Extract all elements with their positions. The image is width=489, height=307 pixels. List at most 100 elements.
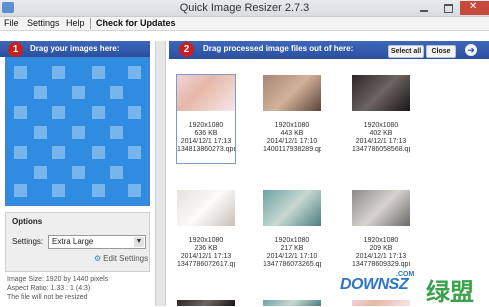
thumbnail-size: 236 KB	[194, 245, 218, 252]
drop-zone-dot	[72, 166, 85, 179]
gear-icon: ⚙	[94, 254, 102, 263]
settings-value: Extra Large	[52, 237, 94, 246]
thumbnail-image	[177, 300, 235, 306]
thumbnail-dims: 1920x1080	[363, 122, 399, 129]
drop-zone-dot	[14, 146, 27, 159]
menu-check-updates[interactable]: Check for Updates	[96, 18, 176, 28]
thumbnail-image	[177, 75, 235, 111]
drop-zone-dot	[72, 126, 85, 139]
drop-zone-dot	[34, 166, 47, 179]
thumbnail-size: 636 KB	[194, 130, 218, 137]
thumbnail-image	[352, 190, 410, 226]
image-drop-zone[interactable]	[5, 57, 150, 206]
drop-zone-dot	[110, 166, 123, 179]
thumbnail-item[interactable]	[263, 300, 321, 306]
select-all-button[interactable]: Select all	[388, 45, 424, 58]
thumbnail-size: 217 KB	[280, 245, 304, 252]
drop-zone-dot	[92, 66, 105, 79]
thumbnail-size: 402 KB	[369, 130, 393, 137]
thumbnail-date: 2014/12/1 17:13	[180, 138, 232, 145]
thumbnail-name: 1347786073265.qpr	[263, 261, 321, 268]
drop-zone-dot	[52, 146, 65, 159]
drop-zone-dot	[72, 86, 85, 99]
watermark-cn: 绿盟	[426, 278, 474, 306]
watermark-text: DOWNSZ	[340, 276, 409, 293]
drop-zone-dot	[52, 184, 65, 197]
left-header-text: Drag your images here:	[30, 44, 120, 53]
info-line: Aspect Ratio: 1.33 : 1 (4:3)	[7, 285, 91, 292]
info-line: The file will not be resized	[7, 294, 88, 301]
thumbnail-date: 2014/12/1 17:13	[180, 253, 232, 260]
thumbnail-size: 443 KB	[280, 130, 304, 137]
drop-zone-dot	[14, 66, 27, 79]
menu-bar: File Settings Help Check for Updates	[0, 17, 489, 31]
drop-zone-dot	[34, 126, 47, 139]
thumbnail-item[interactable]	[177, 300, 235, 306]
thumbnail-date: 2014/12/1 17:10	[266, 138, 318, 145]
drop-zone-dot	[52, 66, 65, 79]
drop-zone-dot	[128, 106, 141, 119]
drop-zone-dot	[128, 146, 141, 159]
options-panel: Options Settings: Extra Large ▼ ⚙ Edit Se…	[5, 212, 150, 272]
menu-help[interactable]: Help	[66, 18, 85, 28]
watermark-com: .COM	[396, 271, 415, 278]
arrow-right-icon[interactable]: ➜	[465, 44, 477, 56]
drop-zone-dot	[110, 86, 123, 99]
settings-select[interactable]: Extra Large ▼	[48, 235, 146, 249]
maximize-button[interactable]	[436, 1, 460, 15]
thumbnail-item[interactable]: 1920x1080 217 KB 2014/12/1 17:10 1347786073…	[263, 190, 321, 278]
minimize-button[interactable]	[412, 1, 436, 15]
panel-splitter[interactable]	[155, 41, 166, 306]
right-panel-header: 2 Drag processed image files out of here…	[169, 41, 489, 59]
thumbnail-item[interactable]: 1920x1080 443 KB 2014/12/1 17:10 1400117938…	[263, 75, 321, 163]
thumbnail-image	[352, 75, 410, 111]
close-window-button[interactable]	[460, 1, 489, 15]
thumbnail-image	[177, 190, 235, 226]
drop-zone-dot	[110, 126, 123, 139]
thumbnail-dims: 1920x1080	[363, 237, 399, 244]
watermark-logo: DOWNSZ .COM 绿盟	[336, 270, 489, 306]
thumbnail-name: 134778609329.qpr	[352, 261, 410, 268]
menu-separator	[90, 18, 91, 29]
edit-settings-link[interactable]: ⚙ Edit Settings	[94, 254, 148, 263]
thumbnail-dims: 1920x1080	[274, 122, 310, 129]
thumbnail-name: 1400117938289.qpr	[263, 146, 321, 153]
thumbnail-item[interactable]: 1920x1080 209 KB 2014/12/1 17:13 1347786093…	[352, 190, 410, 278]
drop-zone-dot	[128, 184, 141, 197]
settings-label: Settings:	[12, 237, 44, 246]
thumbnail-name: 1347786058568.qpr	[352, 146, 410, 153]
thumbnail-image	[263, 75, 321, 111]
thumbnail-dims: 1920x1080	[188, 237, 224, 244]
thumbnail-dims: 1920x1080	[188, 122, 224, 129]
edit-settings-label: Edit Settings	[103, 254, 149, 263]
step-badge-2: 2	[179, 42, 194, 57]
menu-settings[interactable]: Settings	[27, 18, 60, 28]
thumbnail-image	[263, 300, 321, 306]
drop-zone-dot	[52, 106, 65, 119]
thumbnail-size: 209 KB	[369, 245, 393, 252]
drop-zone-dot	[14, 106, 27, 119]
right-header-text: Drag processed image files out of here:	[203, 44, 354, 53]
drop-zone-dot	[128, 66, 141, 79]
thumbnail-item[interactable]: 1920x1080 636 KB 2014/12/1 17:13 1348138602…	[176, 74, 236, 164]
drop-zone-dot	[34, 86, 47, 99]
thumbnail-date: 2014/12/1 17:13	[355, 138, 407, 145]
left-panel-header: 1 Drag your images here:	[0, 41, 150, 57]
thumbnail-item[interactable]: 1920x1080 236 KB 2014/12/1 17:13 1347786072…	[177, 190, 235, 278]
chevron-down-icon: ▼	[134, 237, 144, 247]
close-list-button[interactable]: Close	[426, 45, 456, 58]
thumbnail-name: 1347786072617.qpr	[177, 261, 235, 268]
thumbnail-dims: 1920x1080	[274, 237, 310, 244]
options-title: Options	[12, 217, 43, 226]
info-line: Image Size: 1920 by 1440 pixels	[7, 276, 109, 283]
drop-zone-dot	[14, 184, 27, 197]
processed-gallery: 1920x1080 636 KB 2014/12/1 17:13 1348138602…	[169, 59, 489, 306]
drop-zone-dot	[92, 184, 105, 197]
thumbnail-image	[263, 190, 321, 226]
menu-file[interactable]: File	[4, 18, 19, 28]
thumbnail-item[interactable]: 1920x1080 402 KB 2014/12/1 17:13 1347786058…	[352, 75, 410, 163]
thumbnail-name: 134813860273.qpr	[177, 146, 235, 153]
image-info: Image Size: 1920 by 1440 pixels Aspect R…	[5, 276, 155, 306]
step-badge-1: 1	[8, 42, 23, 57]
drop-zone-dot	[92, 146, 105, 159]
